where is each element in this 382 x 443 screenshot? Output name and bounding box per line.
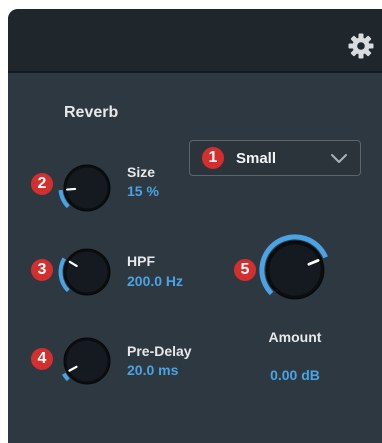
knob-pointer [65, 187, 77, 191]
reverb-type-value: Small [236, 150, 277, 167]
size-label: Size [127, 164, 156, 180]
amount-value: 0.00 dB [270, 367, 320, 383]
hpf-label: HPF [127, 253, 155, 269]
hpf-value: 200.0 Hz [127, 273, 184, 289]
reverb-panel: Reverb 1 Small 2 Size 15 % 3 HPF 200.0 H… [8, 9, 382, 443]
callout-badge-3: 3 [31, 259, 53, 281]
knob-face [66, 167, 108, 209]
amount-knob[interactable] [255, 230, 335, 310]
pre-delay-label: Pre-Delay [127, 343, 192, 359]
callout-badge-4: 4 [31, 348, 53, 370]
amount-label: Amount [268, 329, 322, 345]
reverb-type-dropdown[interactable]: 1 Small [189, 140, 361, 176]
gear-icon[interactable] [347, 32, 375, 60]
knob-face [66, 251, 108, 293]
knob-value-arc [62, 372, 70, 382]
size-knob[interactable] [55, 156, 119, 220]
size-value: 15 % [127, 183, 159, 199]
chevron-down-icon [331, 154, 347, 163]
panel-header [8, 9, 382, 73]
pre-delay-knob[interactable] [55, 329, 119, 393]
knob-face [269, 244, 321, 296]
hpf-knob[interactable] [55, 240, 119, 304]
pre-delay-value: 20.0 ms [127, 362, 179, 378]
callout-badge-5: 5 [234, 259, 256, 281]
section-title: Reverb [64, 104, 119, 121]
callout-badge-2: 2 [31, 173, 53, 195]
knob-face [66, 340, 108, 382]
callout-badge-1: 1 [202, 147, 224, 169]
